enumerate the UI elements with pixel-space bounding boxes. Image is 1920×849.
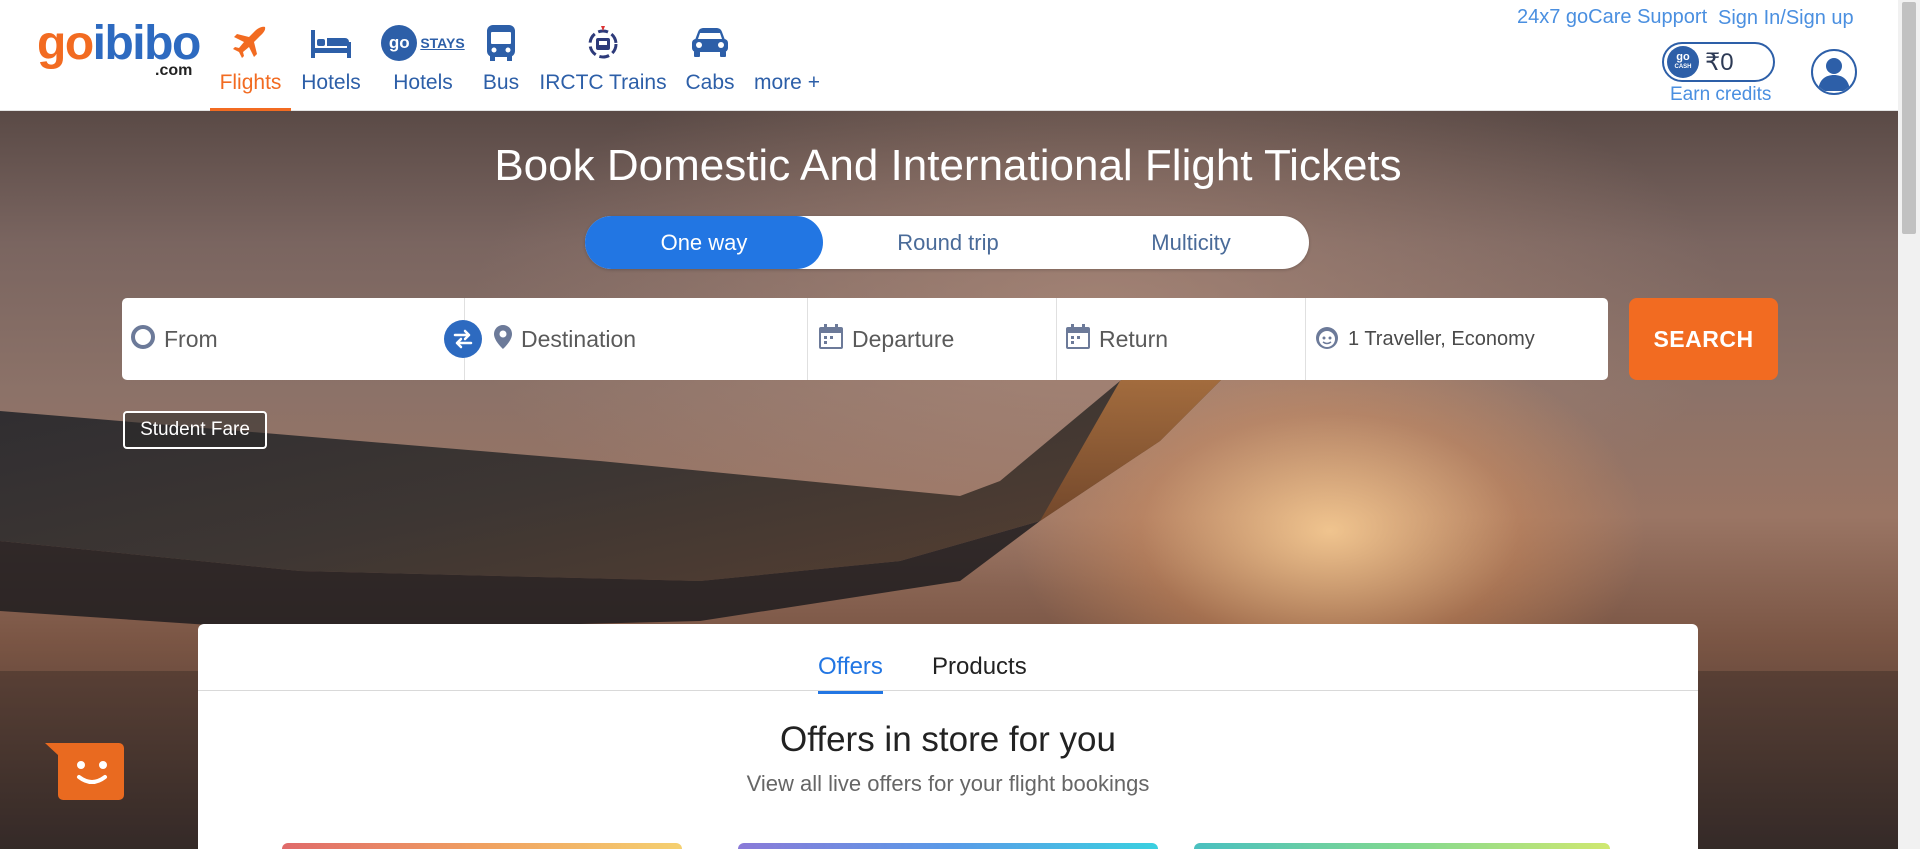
- calendar-icon: [818, 323, 844, 355]
- nav-hotels-label: Hotels: [301, 71, 361, 94]
- gocash-balance[interactable]: go CASH ₹0: [1662, 42, 1775, 82]
- offers-subtitle: View all live offers for your flight boo…: [746, 771, 1150, 796]
- trip-option-multicity[interactable]: Multicity: [1073, 216, 1309, 269]
- gocare-support-link[interactable]: 24x7 goCare Support: [1517, 6, 1707, 29]
- panel-tab-bar: Offers Products: [198, 624, 1698, 694]
- return-placeholder: Return: [1099, 325, 1169, 352]
- nav-bus-label: Bus: [482, 71, 520, 94]
- nav-cabs[interactable]: Cabs: [685, 18, 735, 111]
- car-icon: [690, 18, 730, 68]
- trip-type-toggle: One way Round trip Multicity: [585, 216, 1309, 269]
- offer-card[interactable]: [1194, 843, 1610, 849]
- swap-cities-icon[interactable]: [444, 320, 482, 358]
- gocash-coin-line1: go: [1676, 51, 1690, 63]
- offer-card[interactable]: [738, 843, 1158, 849]
- nav-flights-label: Flights: [219, 71, 282, 94]
- irctc-icon: [583, 18, 623, 68]
- student-fare-chip[interactable]: Student Fare: [123, 411, 267, 449]
- bus-icon: [484, 18, 518, 68]
- travellers-class-field[interactable]: 1 Traveller, Economy: [1306, 298, 1608, 380]
- page-scrollbar[interactable]: [1898, 0, 1920, 849]
- nav-hotels[interactable]: Hotels: [299, 18, 363, 111]
- gostays-badge-text: STAYS: [420, 35, 465, 51]
- nav-gostays[interactable]: go STAYS Hotels: [380, 18, 466, 111]
- traveller-face-icon: [1314, 324, 1340, 355]
- nav-cabs-label: Cabs: [685, 71, 735, 94]
- from-field[interactable]: From: [122, 298, 482, 380]
- nav-gostays-label: Hotels: [393, 71, 453, 94]
- from-placeholder: From: [164, 325, 218, 352]
- chat-assistant-icon[interactable]: [45, 743, 124, 800]
- trip-option-one-way[interactable]: One way: [585, 216, 823, 269]
- departure-placeholder: Departure: [852, 325, 955, 352]
- trip-option-round-trip[interactable]: Round trip: [823, 216, 1073, 269]
- nav-bus[interactable]: Bus: [480, 18, 522, 111]
- nav-irctc-label: IRCTC Trains: [539, 71, 667, 94]
- signin-signup-link[interactable]: Sign In/Sign up: [1718, 7, 1854, 30]
- user-avatar-icon[interactable]: [1811, 49, 1857, 95]
- hero-title: Book Domestic And International Flight T…: [494, 141, 1402, 190]
- gostays-icon: go STAYS: [381, 18, 465, 68]
- flight-search-form: From Destination Departure Return 1 Trav…: [122, 298, 1608, 380]
- destination-placeholder: Destination: [521, 325, 637, 352]
- tab-products[interactable]: Products: [932, 653, 1027, 681]
- search-button[interactable]: SEARCH: [1629, 298, 1778, 380]
- nav-irctc-trains[interactable]: IRCTC Trains: [538, 18, 668, 111]
- gocash-coin-icon: go CASH: [1667, 46, 1699, 78]
- offer-card[interactable]: [282, 843, 682, 849]
- gocash-amount: ₹0: [1705, 48, 1734, 76]
- logo-dotcom-text: .com: [155, 62, 193, 79]
- calendar-icon: [1065, 323, 1091, 355]
- airplane-icon: [231, 18, 271, 68]
- top-header: goibibo .com Flights Hotels go STAYS Hot…: [0, 0, 1898, 111]
- bed-icon: [309, 18, 353, 68]
- location-pin-icon: [493, 324, 513, 355]
- nav-more[interactable]: more +: [754, 18, 820, 111]
- destination-field[interactable]: Destination: [465, 298, 808, 380]
- goibibo-logo[interactable]: goibibo .com: [37, 17, 201, 80]
- origin-circle-icon: [130, 324, 156, 355]
- return-field[interactable]: Return: [1057, 298, 1306, 380]
- logo-go-text: go: [37, 17, 94, 70]
- nav-more-label: more +: [754, 71, 820, 94]
- gostays-go-badge: go: [381, 25, 418, 61]
- tab-offers[interactable]: Offers: [818, 653, 883, 694]
- earn-credits-link[interactable]: Earn credits: [1670, 84, 1771, 106]
- gocash-coin-line2: CASH: [1674, 64, 1692, 70]
- nav-flights[interactable]: Flights: [210, 18, 291, 111]
- departure-field[interactable]: Departure: [808, 298, 1057, 380]
- scrollbar-thumb[interactable]: [1902, 2, 1916, 234]
- offers-title: Offers in store for you: [780, 720, 1116, 759]
- offers-products-panel: Offers Products Offers in store for you …: [198, 624, 1698, 849]
- travellers-value: 1 Traveller, Economy: [1348, 327, 1535, 350]
